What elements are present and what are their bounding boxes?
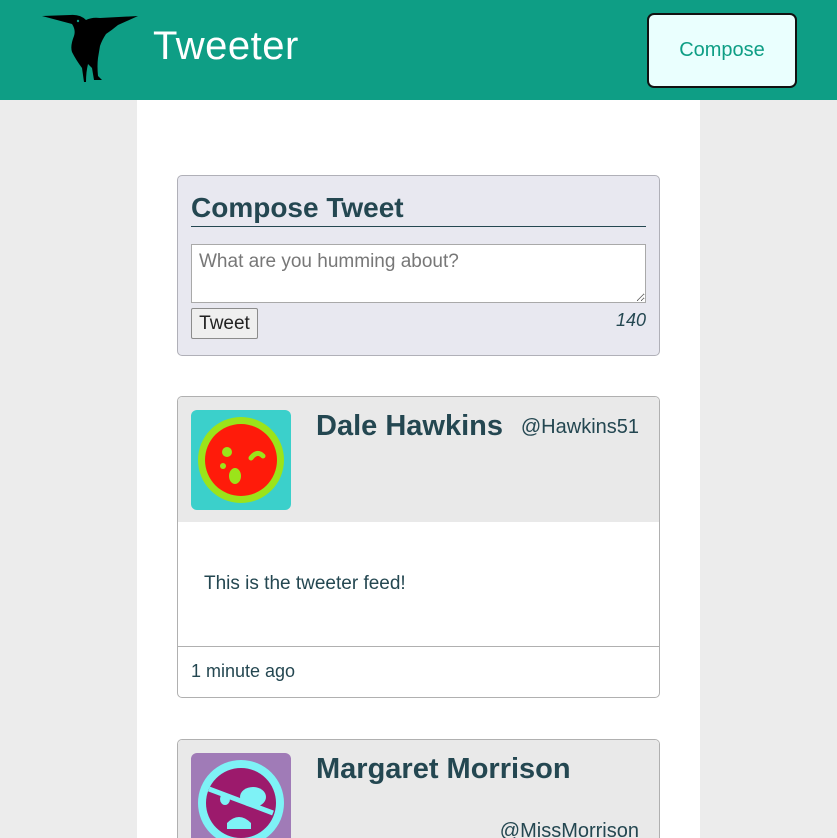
tweet-footer: 1 minute ago	[178, 646, 659, 697]
tweet-author-handle: @MissMorrison	[499, 820, 639, 838]
tweet-text-input[interactable]	[191, 244, 646, 303]
feed-container: Compose Tweet Tweet 140 Dale Hawkins @Ha…	[137, 100, 700, 838]
tweet-card: Margaret Morrison @MissMorrison	[177, 739, 660, 838]
tweet-card: Dale Hawkins @Hawkins51 This is the twee…	[177, 396, 660, 698]
tweet-author-name: Margaret Morrison	[316, 753, 571, 785]
tweet-header: Margaret Morrison @MissMorrison	[178, 740, 659, 838]
tweet-header: Dale Hawkins @Hawkins51	[178, 397, 659, 522]
tweet-text: This is the tweeter feed!	[204, 573, 406, 594]
compose-tweet-form: Compose Tweet Tweet 140	[177, 175, 660, 356]
compose-toggle-button[interactable]: Compose	[647, 13, 797, 88]
brand-title: Tweeter	[153, 24, 299, 68]
tweet-author-handle: @Hawkins51	[520, 416, 639, 438]
tweet-submit-button[interactable]: Tweet	[191, 308, 258, 339]
compose-title: Compose Tweet	[191, 190, 646, 227]
tweet-author-name: Dale Hawkins	[316, 410, 503, 442]
tweet-timestamp: 1 minute ago	[191, 661, 296, 681]
top-nav: Tweeter Compose	[0, 0, 837, 100]
hummingbird-icon	[42, 14, 138, 82]
avatar-winking-face-icon	[191, 410, 291, 510]
avatar-pirate-face-icon	[191, 753, 291, 838]
character-counter: 140	[615, 310, 646, 330]
